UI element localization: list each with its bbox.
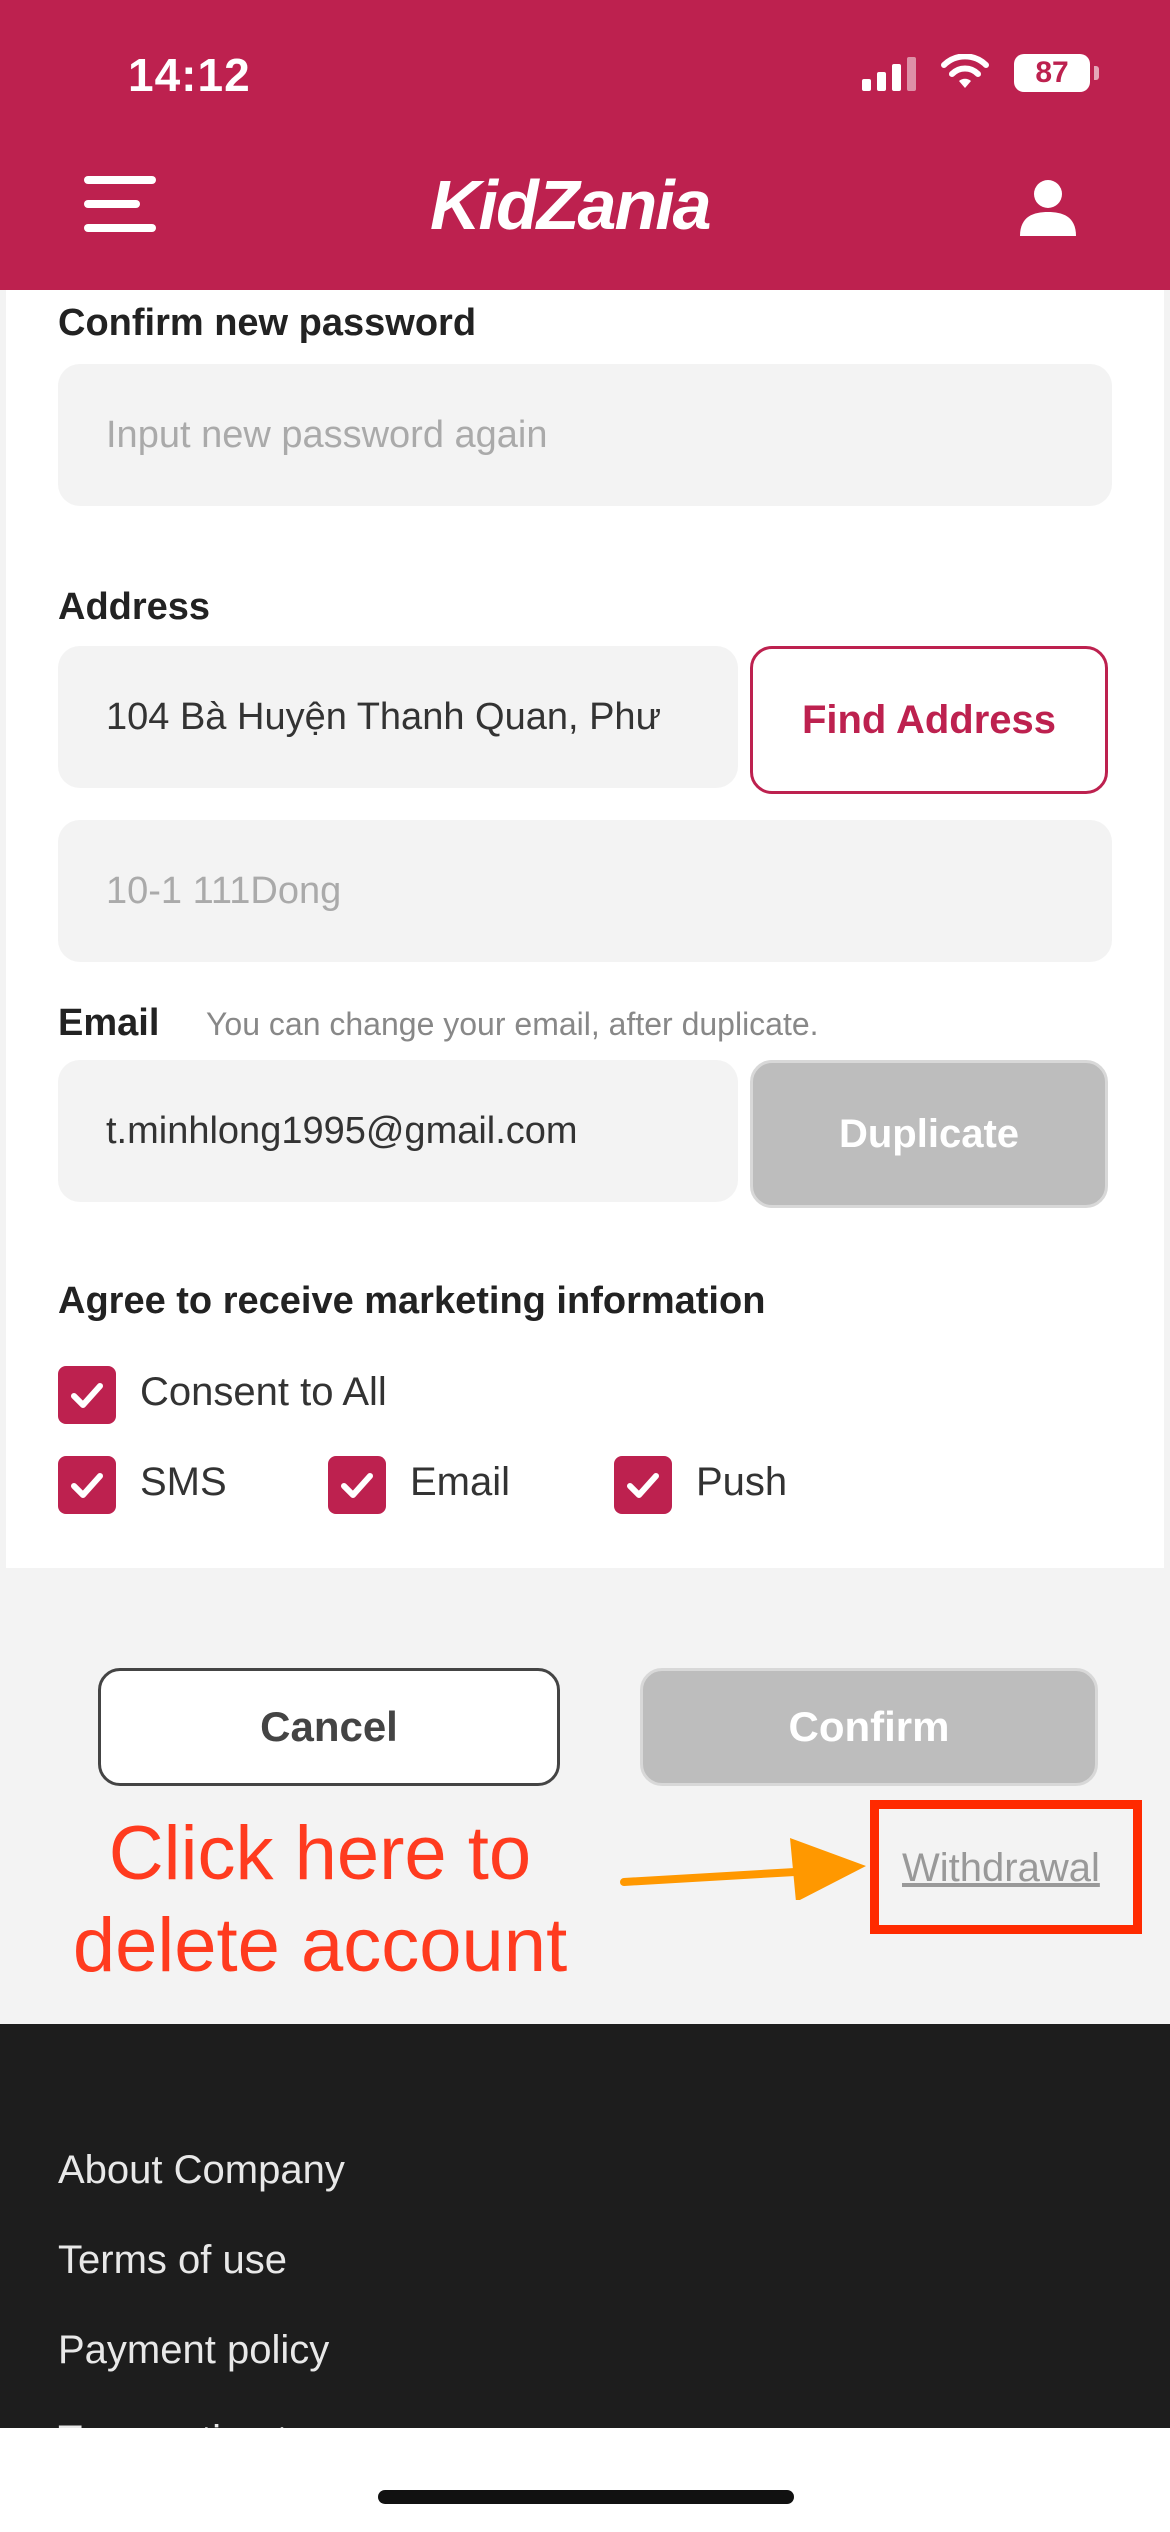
battery-level: 87 xyxy=(1035,56,1069,89)
address-label: Address xyxy=(58,586,211,628)
address-input[interactable]: 104 Bà Huyện Thanh Quan, Phư xyxy=(58,646,738,788)
consent-all-label[interactable]: Consent to All xyxy=(140,1370,387,1415)
sms-label[interactable]: SMS xyxy=(140,1460,227,1505)
annotation-text: Click here to delete account xyxy=(50,1808,590,1992)
email-hint: You can change your email, after duplica… xyxy=(206,1006,819,1042)
email-input[interactable]: t.minhlong1995@gmail.com xyxy=(58,1060,738,1202)
app-header: 14:12 87 KidZania xyxy=(0,0,1170,290)
address-detail-input[interactable]: 10-1 111Dong xyxy=(58,820,1112,962)
marketing-label: Agree to receive marketing information xyxy=(58,1280,766,1322)
email-label: Email xyxy=(58,1002,160,1044)
battery-icon: 87 xyxy=(1014,54,1099,92)
cancel-button[interactable]: Cancel xyxy=(98,1668,560,1786)
annotation-line-1: Click here to xyxy=(108,1811,532,1896)
kidzania-logo[interactable]: KidZania xyxy=(430,165,712,245)
confirm-password-input[interactable]: Input new password again xyxy=(58,364,1112,506)
site-footer: About Company Terms of use Payment polic… xyxy=(0,2024,1170,2428)
checkmark-icon xyxy=(341,1473,373,1498)
confirm-button[interactable]: Confirm xyxy=(640,1668,1098,1786)
duplicate-button[interactable]: Duplicate xyxy=(750,1060,1108,1208)
home-indicator[interactable] xyxy=(378,2490,794,2504)
status-icons: 87 xyxy=(862,54,1099,92)
push-checkbox[interactable] xyxy=(614,1456,672,1514)
sms-checkbox[interactable] xyxy=(58,1456,116,1514)
withdrawal-link[interactable]: Withdrawal xyxy=(902,1846,1100,1891)
status-time: 14:12 xyxy=(128,49,251,101)
home-bar-area xyxy=(0,2428,1170,2532)
annotation-line-2: delete account xyxy=(72,1903,568,1988)
annotation-arrow-icon xyxy=(620,1838,866,1900)
footer-link-transaction[interactable]: Transaction terms xyxy=(58,2418,377,2428)
checkmark-icon xyxy=(71,1473,103,1498)
hamburger-menu-icon[interactable] xyxy=(84,172,156,234)
footer-link-terms[interactable]: Terms of use xyxy=(58,2238,287,2283)
consent-all-checkbox[interactable] xyxy=(58,1366,116,1424)
email-consent-label[interactable]: Email xyxy=(410,1460,510,1505)
profile-form: Confirm new password Input new password … xyxy=(6,290,1164,1568)
checkmark-icon xyxy=(627,1473,659,1498)
email-checkbox[interactable] xyxy=(328,1456,386,1514)
find-address-button[interactable]: Find Address xyxy=(750,646,1108,794)
wifi-icon xyxy=(941,54,989,88)
footer-link-about[interactable]: About Company xyxy=(58,2148,345,2193)
confirm-password-label: Confirm new password xyxy=(58,302,477,344)
footer-link-payment[interactable]: Payment policy xyxy=(58,2328,329,2373)
push-label[interactable]: Push xyxy=(696,1460,787,1505)
cellular-signal-icon xyxy=(862,55,916,91)
user-icon[interactable] xyxy=(1016,176,1080,240)
checkmark-icon xyxy=(71,1383,103,1408)
